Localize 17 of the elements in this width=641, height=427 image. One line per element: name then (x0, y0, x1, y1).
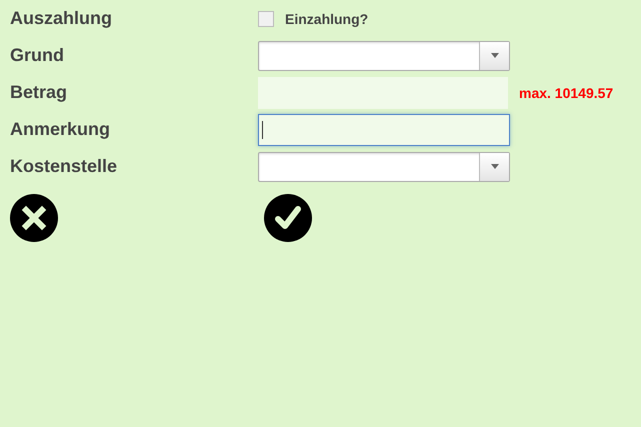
close-icon[interactable] (10, 194, 58, 242)
field-label: Betrag (10, 82, 68, 103)
select-field[interactable] (258, 40, 510, 70)
field-label: Kostenstelle (10, 156, 118, 177)
field-label: Grund (10, 45, 65, 66)
checkbox-label: Einzahlung? (285, 10, 368, 26)
caret-icon (490, 164, 498, 169)
field-label: Anmerkung (10, 119, 112, 140)
select-field[interactable] (258, 152, 510, 182)
field-label: Auszahlung (10, 8, 113, 29)
checkbox[interactable] (258, 10, 274, 26)
input-field[interactable] (258, 76, 508, 108)
check-icon[interactable] (264, 194, 312, 242)
max-amount-hint: max. 10149.57 (519, 84, 614, 100)
caret-icon (490, 53, 498, 58)
text-cursor (262, 120, 263, 138)
input-field[interactable] (258, 114, 510, 146)
